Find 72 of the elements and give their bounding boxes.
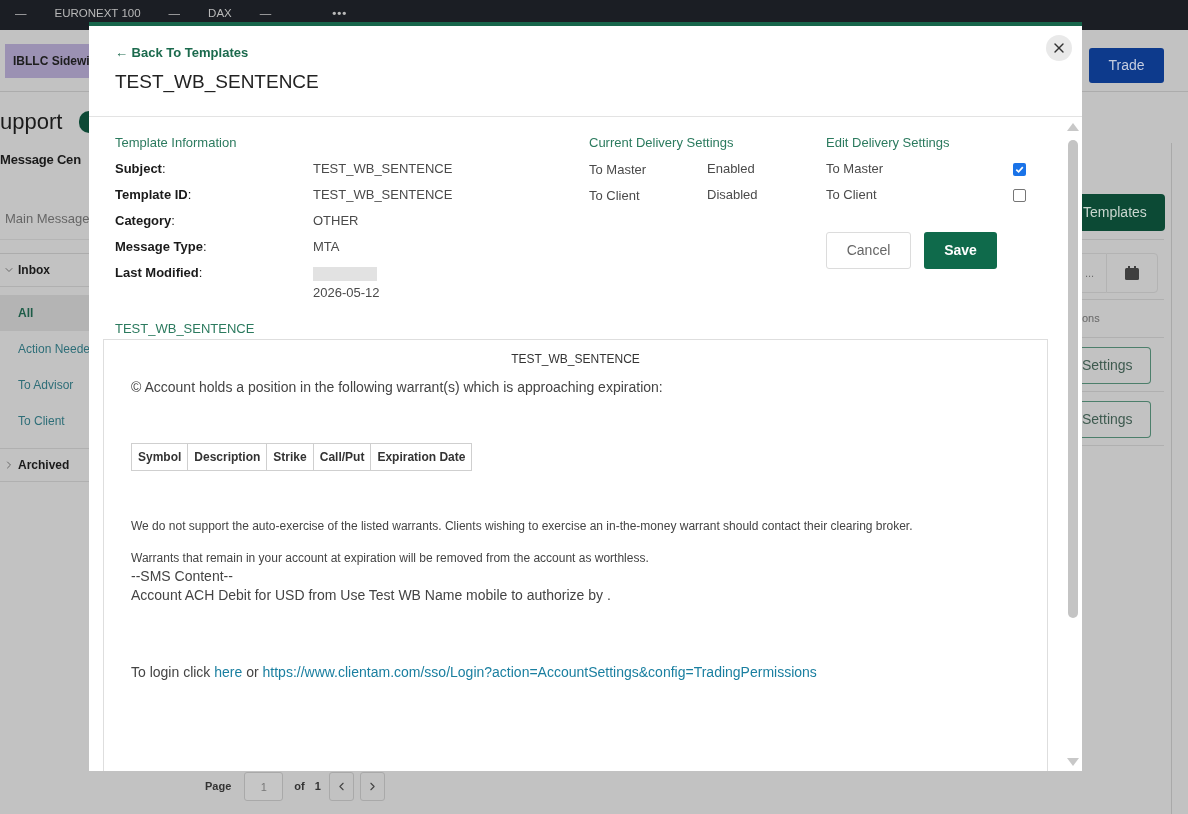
page-title: upport [0,109,63,135]
page-total: 1 [314,779,321,795]
setting-status: Enabled [707,160,755,179]
next-page-button[interactable] [359,772,385,801]
badge-icon [79,111,89,133]
table-header-cell: Description [187,443,267,471]
triangle-up-icon[interactable] [1067,123,1079,131]
calendar-icon [1125,266,1139,280]
account-tag[interactable]: IBLLC Sidewi [5,44,89,78]
field-label: Subject: [115,160,166,179]
setting-label: To Client [589,188,640,203]
login-text: To login click here or https://www.clientam.com/sso/Login?action=AccountSettings&config=TradingPermissions [131,663,817,681]
setting-label: To Master [589,162,647,177]
preview-note: We do not support the auto-exercise of the listed warrants. Clients wishing to exercise an in-the-money warrant should contact their clearing broker. [131,519,913,533]
page-label: Page [205,779,232,795]
here-link[interactable]: here [214,664,243,680]
field-label: Template ID: [115,186,192,205]
sidebar-item[interactable]: All [0,295,89,331]
preview-title: TEST_WB_SENTENCE [511,352,640,366]
field-value: MTA [313,238,340,257]
tab[interactable]: Main Message [5,209,90,229]
preview-note: Warrants that remain in your account at expiration will be removed from the account as worthless. [131,551,649,565]
section-title: Message Cen [0,152,81,167]
url-link[interactable]: https://www.clientam.com/sso/Login?action=AccountSettings&config=TradingPermissions [262,664,817,680]
close-button[interactable] [1046,35,1072,61]
tree-item[interactable]: Inbox [0,254,89,286]
field-label: Message Type: [115,238,207,257]
page-input[interactable]: 1 [244,772,284,801]
more-button[interactable]: ••• [332,6,348,20]
triangle-down-icon[interactable] [1067,758,1079,766]
ticker-value: — [168,6,181,20]
section-heading: Current Delivery Settings [589,134,734,153]
field-value: TEST_WB_SENTENCE [313,160,453,179]
section-heading: Edit Delivery Settings [826,134,950,153]
cancel-button[interactable]: Cancel [826,232,911,269]
back-link[interactable]: ← Back To Templates [115,45,249,61]
field-label: Last Modified: [115,264,203,283]
sidebar-item[interactable]: To Advisor [0,367,89,403]
table-header-cell: Symbol [131,443,188,471]
templates-button[interactable]: Templates [1082,194,1165,231]
table-header-cell: Strike [266,443,314,471]
trade-button[interactable]: Trade [1089,48,1164,83]
field-value: OTHER [313,212,359,231]
option-label: To Master [826,160,884,179]
sidebar-item[interactable]: To Client [0,403,89,439]
field-value: 2026-05-12 [313,285,380,301]
table-header-cell: Call/Put [313,443,371,471]
tree-item[interactable]: Archived [0,449,89,481]
setting-status: Disabled [707,186,758,205]
preview-text: --SMS Content-- [131,567,233,585]
field-value: TEST_WB_SENTENCE [313,186,453,205]
modal-title: TEST_WB_SENTENCE [115,71,319,92]
save-button[interactable]: Save [924,232,997,269]
scrollbar-thumb[interactable] [1068,140,1078,618]
ticker-name: DAX [208,6,232,20]
ticker-name: EURONEXT 100 [54,6,141,20]
section-heading: Template Information [115,134,237,153]
column-label: ons [1082,312,1100,324]
preview-text: Account ACH Debit for USD from Use Test WB Name mobile to authorize by . [131,586,611,604]
previous-page-button[interactable] [328,772,354,801]
checkbox[interactable] [1013,188,1026,202]
preview-text: © Account holds a position in the following warrant(s) which is approaching expiration: [131,379,663,395]
calendar-button[interactable] [1106,253,1158,293]
ticker-value: — [259,6,272,20]
option-label: To Client [826,186,877,205]
table-header-cell: Expiration Date [370,443,472,471]
ticker-value: — [15,6,27,20]
checkbox[interactable] [1013,162,1026,176]
section-heading: TEST_WB_SENTENCE [115,321,255,336]
of-label: of [294,779,305,795]
sidebar-item[interactable]: Action Neede [0,331,89,367]
field-label: Category: [115,212,175,231]
